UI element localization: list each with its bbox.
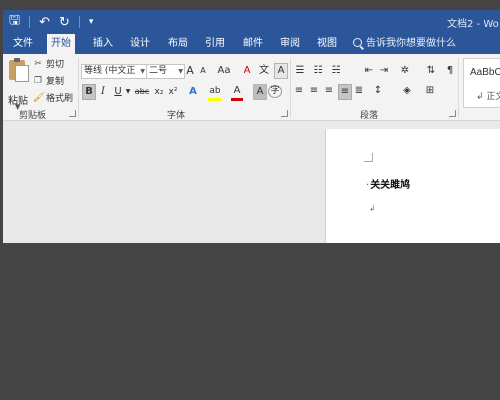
- font-launcher-icon[interactable]: [281, 110, 288, 117]
- tab-file[interactable]: 文件: [9, 34, 37, 54]
- tab-references[interactable]: 引用: [201, 34, 229, 54]
- tab-view[interactable]: 视图: [313, 34, 341, 54]
- underline-button[interactable]: U: [113, 85, 123, 99]
- ribbon-tabs: 文件 开始 插入 设计 布局 引用 邮件 审阅 视图 告诉我你想要做什么: [3, 34, 500, 54]
- character-border-button[interactable]: A: [274, 63, 288, 79]
- tab-home[interactable]: 开始: [47, 34, 75, 54]
- line-spacing-icon[interactable]: ↕: [371, 84, 385, 98]
- subscript-button[interactable]: x₂: [153, 85, 165, 99]
- document-paragraph[interactable]: ·关关雎鸠: [366, 176, 410, 191]
- tell-me-box[interactable]: 告诉我你想要做什么: [353, 34, 456, 54]
- align-left-icon[interactable]: ≡: [293, 84, 305, 98]
- shading-icon[interactable]: ◈: [400, 84, 414, 98]
- phonetic-guide-button[interactable]: 文: [257, 64, 271, 78]
- multilevel-list-icon[interactable]: ☵: [329, 64, 343, 78]
- cut-button[interactable]: ✂ 剪切: [33, 57, 65, 71]
- bullets-icon[interactable]: ☰: [293, 64, 307, 78]
- tab-mailings[interactable]: 邮件: [239, 34, 267, 54]
- chevron-down-icon: ▼: [178, 68, 183, 75]
- sort-icon[interactable]: ⇅: [425, 64, 437, 78]
- qat-separator: [78, 16, 80, 28]
- copy-label: 复制: [46, 77, 65, 87]
- superscript-button[interactable]: x²: [167, 85, 179, 99]
- style-normal[interactable]: AaBbCc ↲ 正文: [463, 58, 500, 108]
- chevron-down-icon[interactable]: ▼: [124, 85, 132, 99]
- scissors-icon: ✂: [34, 58, 42, 69]
- tab-design[interactable]: 设计: [126, 34, 154, 54]
- quick-access-toolbar: 🖫 ↶ ↻ ▾: [9, 10, 93, 34]
- group-label-font: 字体: [167, 111, 186, 121]
- document-area[interactable]: ·关关雎鸠 ↲: [3, 121, 500, 243]
- title-bar: 🖫 ↶ ↻ ▾ 文档2 - Wo: [3, 10, 500, 34]
- bold-button[interactable]: B: [82, 84, 96, 100]
- font-size-value: 二号: [149, 66, 168, 76]
- format-painter-button[interactable]: 🖌 格式刷: [33, 91, 74, 105]
- numbering-icon[interactable]: ☷: [311, 64, 325, 78]
- enclose-characters-button[interactable]: 字: [268, 85, 282, 98]
- shrink-font-button[interactable]: A: [198, 64, 208, 78]
- paintbrush-icon: 🖌: [33, 92, 45, 103]
- group-separator: [78, 58, 79, 118]
- group-label-paragraph: 段落: [360, 111, 379, 121]
- align-center-icon[interactable]: ≡: [308, 84, 320, 98]
- paragraph-launcher-icon[interactable]: [449, 110, 456, 117]
- borders-icon[interactable]: ⊞: [423, 84, 437, 98]
- asian-layout-icon[interactable]: ✲: [398, 64, 412, 78]
- tab-review[interactable]: 审阅: [276, 34, 304, 54]
- clipboard-launcher-icon[interactable]: [69, 110, 76, 117]
- search-icon: [353, 38, 362, 47]
- copy-icon: ❐: [33, 75, 43, 86]
- text-effects-button[interactable]: A: [187, 85, 199, 99]
- ribbon: 粘贴 ▼ ✂ 剪切 ❐ 复制 🖌 格式刷 剪贴板 等线 (中文正 ▼ 二号 ▼ A A A…: [3, 54, 500, 121]
- change-case-button[interactable]: Aa: [214, 64, 234, 78]
- font-color-button[interactable]: A: [231, 84, 243, 101]
- paragraph-text: 关关雎鸠: [370, 180, 411, 191]
- cut-label: 剪切: [46, 60, 65, 70]
- clear-formatting-button[interactable]: A: [241, 64, 253, 78]
- style-preview: AaBbCc: [470, 67, 500, 78]
- distributed-icon[interactable]: ≣: [353, 84, 365, 98]
- grow-font-button[interactable]: A: [184, 64, 196, 78]
- undo-icon[interactable]: ↶: [39, 15, 50, 30]
- decrease-indent-icon[interactable]: ⇤: [362, 64, 376, 78]
- window-title: 文档2 - Wo: [447, 19, 499, 30]
- justify-icon[interactable]: ≡: [338, 84, 352, 100]
- align-right-icon[interactable]: ≡: [323, 84, 335, 98]
- increase-indent-icon[interactable]: ⇥: [377, 64, 391, 78]
- format-painter-label: 格式刷: [46, 94, 74, 104]
- tab-layout[interactable]: 布局: [164, 34, 192, 54]
- word-window: 🖫 ↶ ↻ ▾ 文档2 - Wo 文件 开始 插入 设计 布局 引用 邮件 审阅…: [3, 10, 500, 243]
- font-size-combo[interactable]: 二号 ▼: [146, 64, 185, 79]
- group-separator: [290, 58, 291, 118]
- show-marks-icon[interactable]: ¶: [444, 64, 456, 78]
- tell-me-text: 告诉我你想要做什么: [366, 38, 456, 49]
- paragraph-mark: ↲: [369, 204, 376, 213]
- highlight-button[interactable]: ab: [208, 84, 222, 101]
- font-name-combo[interactable]: 等线 (中文正 ▼: [81, 64, 147, 79]
- strikethrough-button[interactable]: abc: [134, 85, 150, 99]
- paste-button[interactable]: [7, 58, 29, 88]
- format-mark: ·: [366, 180, 370, 191]
- document-page[interactable]: ·关关雎鸠 ↲: [325, 129, 500, 243]
- save-icon[interactable]: 🖫: [9, 11, 20, 33]
- group-label-clipboard: 剪贴板: [19, 111, 47, 121]
- clipboard-icon: [9, 58, 29, 82]
- customize-qat-icon[interactable]: ▾: [89, 17, 94, 27]
- font-name-value: 等线 (中文正: [84, 66, 136, 76]
- chevron-down-icon: ▼: [140, 68, 145, 75]
- tab-insert[interactable]: 插入: [89, 34, 117, 54]
- group-separator: [458, 58, 459, 118]
- style-name: ↲ 正文: [476, 92, 500, 102]
- margin-corner-mark: [364, 153, 373, 162]
- copy-button[interactable]: ❐ 复制: [33, 74, 65, 88]
- italic-button[interactable]: I: [98, 85, 108, 99]
- character-shading-button[interactable]: A: [253, 84, 267, 100]
- qat-separator: [29, 16, 31, 28]
- redo-icon[interactable]: ↻: [59, 15, 70, 30]
